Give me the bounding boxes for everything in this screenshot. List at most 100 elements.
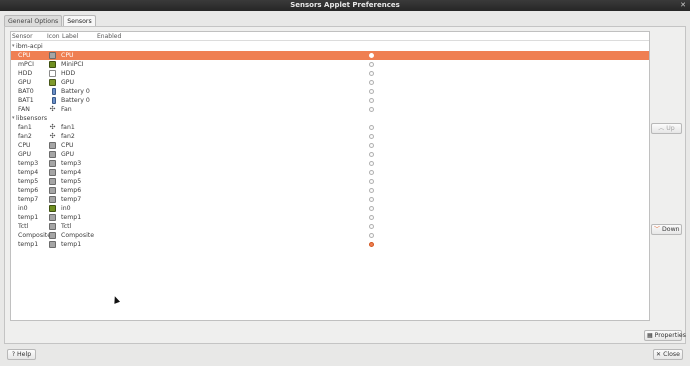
sensor-label[interactable]: CPU [61,141,74,150]
cpu-icon[interactable] [49,160,56,167]
sensor-label[interactable]: temp5 [61,177,81,186]
enabled-checkbox[interactable] [369,161,374,166]
tree-group-row[interactable]: ▾ libsensors [11,114,649,123]
sensor-row[interactable]: temp4 temp4 [11,168,649,177]
enabled-checkbox[interactable] [369,170,374,175]
enabled-checkbox[interactable] [369,206,374,211]
enabled-checkbox[interactable] [369,125,374,130]
close-button[interactable]: ✕ Close [653,349,683,360]
sensor-row[interactable]: BAT1 Battery 0 [11,96,649,105]
sensor-label[interactable]: fan2 [61,132,75,141]
sensor-row[interactable]: temp3 temp3 [11,159,649,168]
sensor-label[interactable]: fan1 [61,123,75,132]
cpu-icon[interactable] [49,52,56,59]
cpu-icon[interactable] [49,223,56,230]
sensor-row[interactable]: HDD HDD [11,69,649,78]
sensor-label[interactable]: temp4 [61,168,81,177]
sensor-label[interactable]: GPU [61,78,74,87]
cpu-icon[interactable] [49,214,56,221]
sensor-row[interactable]: fan2 ✣ fan2 [11,132,649,141]
cpu-icon[interactable] [49,151,56,158]
sensor-row[interactable]: CPU CPU [11,141,649,150]
cpu-icon[interactable] [49,178,56,185]
enabled-checkbox[interactable] [369,89,374,94]
enabled-checkbox[interactable] [369,233,374,238]
enabled-checkbox[interactable] [369,215,374,220]
sensor-label[interactable]: temp1 [61,240,81,249]
enabled-checkbox[interactable] [369,242,374,247]
sensor-row[interactable]: Composite Composite [11,231,649,240]
sensor-label[interactable]: temp3 [61,159,81,168]
enabled-checkbox[interactable] [369,80,374,85]
sensors-tree[interactable]: Sensor Icon Label Enabled ▾ ibm-acpi CPU CP… [10,31,650,321]
sensors-tab-panel: Sensor Icon Label Enabled ▾ ibm-acpi CPU CP… [4,26,686,344]
sensor-label[interactable]: MiniPCI [61,60,84,69]
cpu-icon[interactable] [49,187,56,194]
cpu-icon[interactable] [49,232,56,239]
enabled-checkbox[interactable] [369,98,374,103]
column-header-icon[interactable]: Icon [47,32,60,41]
cpu-icon[interactable] [49,142,56,149]
enabled-checkbox[interactable] [369,152,374,157]
enabled-checkbox[interactable] [369,224,374,229]
sensor-row[interactable]: BAT0 Battery 0 [11,87,649,96]
sensor-label[interactable]: temp7 [61,195,81,204]
sensor-label[interactable]: Fan [61,105,72,114]
sensor-label[interactable]: CPU [61,51,74,60]
enabled-checkbox[interactable] [369,62,374,67]
hdd-icon[interactable] [49,70,56,77]
help-button[interactable]: ? Help [7,349,36,360]
enabled-checkbox[interactable] [369,71,374,76]
sensor-label[interactable]: Battery 0 [61,87,90,96]
sensor-label[interactable]: in0 [61,204,71,213]
up-button[interactable]: ︿ Up [651,123,682,134]
tree-group-row[interactable]: ▾ ibm-acpi [11,42,649,51]
sensor-label[interactable]: HDD [61,69,75,78]
properties-button[interactable]: ▦ Properties [644,330,686,341]
sensor-label[interactable]: Tctl [61,222,71,231]
sensor-label[interactable]: temp6 [61,186,81,195]
enabled-checkbox[interactable] [369,197,374,202]
battery-icon[interactable] [52,88,56,95]
enabled-checkbox[interactable] [369,188,374,193]
voltage-icon[interactable] [49,205,56,212]
column-header-label[interactable]: Label [62,32,78,41]
enabled-checkbox[interactable] [369,134,374,139]
cpu-icon[interactable] [49,241,56,248]
sensor-label[interactable]: Composite [61,231,94,240]
fan-icon[interactable]: ✣ [49,133,56,140]
gpu-icon[interactable] [49,79,56,86]
sensor-row[interactable]: GPU GPU [11,150,649,159]
battery-icon[interactable] [52,97,56,104]
sensor-label[interactable]: GPU [61,150,74,159]
sensor-row[interactable]: temp7 temp7 [11,195,649,204]
enabled-checkbox[interactable] [369,53,374,58]
minipci-icon[interactable] [49,61,56,68]
column-header-sensor[interactable]: Sensor [12,32,33,41]
column-header-enabled[interactable]: Enabled [97,32,121,41]
enabled-checkbox[interactable] [369,179,374,184]
sensor-row[interactable]: mPCI MiniPCI [11,60,649,69]
sensor-row[interactable]: CPU CPU [11,51,649,60]
enabled-checkbox[interactable] [369,143,374,148]
sensor-row[interactable]: temp5 temp5 [11,177,649,186]
down-button[interactable]: ﹀ Down [651,224,682,235]
sensor-label[interactable]: Battery 0 [61,96,90,105]
sensor-row[interactable]: GPU GPU [11,78,649,87]
cpu-icon[interactable] [49,196,56,203]
sensor-row[interactable]: FAN ✣ Fan [11,105,649,114]
sensor-row[interactable]: temp1 temp1 [11,213,649,222]
sensor-row[interactable]: temp6 temp6 [11,186,649,195]
fan-icon[interactable]: ✣ [49,124,56,131]
sensor-row[interactable]: in0 in0 [11,204,649,213]
sensor-row[interactable]: Tctl Tctl [11,222,649,231]
expander-icon[interactable]: ▾ [12,42,15,51]
fan-icon[interactable]: ✣ [49,106,56,113]
enabled-checkbox[interactable] [369,107,374,112]
cpu-icon[interactable] [49,169,56,176]
sensor-label[interactable]: temp1 [61,213,81,222]
sensor-row[interactable]: fan1 ✣ fan1 [11,123,649,132]
window-close-icon[interactable]: ✕ [679,1,687,9]
expander-icon[interactable]: ▾ [12,114,15,123]
sensor-row[interactable]: temp1 temp1 [11,240,649,249]
